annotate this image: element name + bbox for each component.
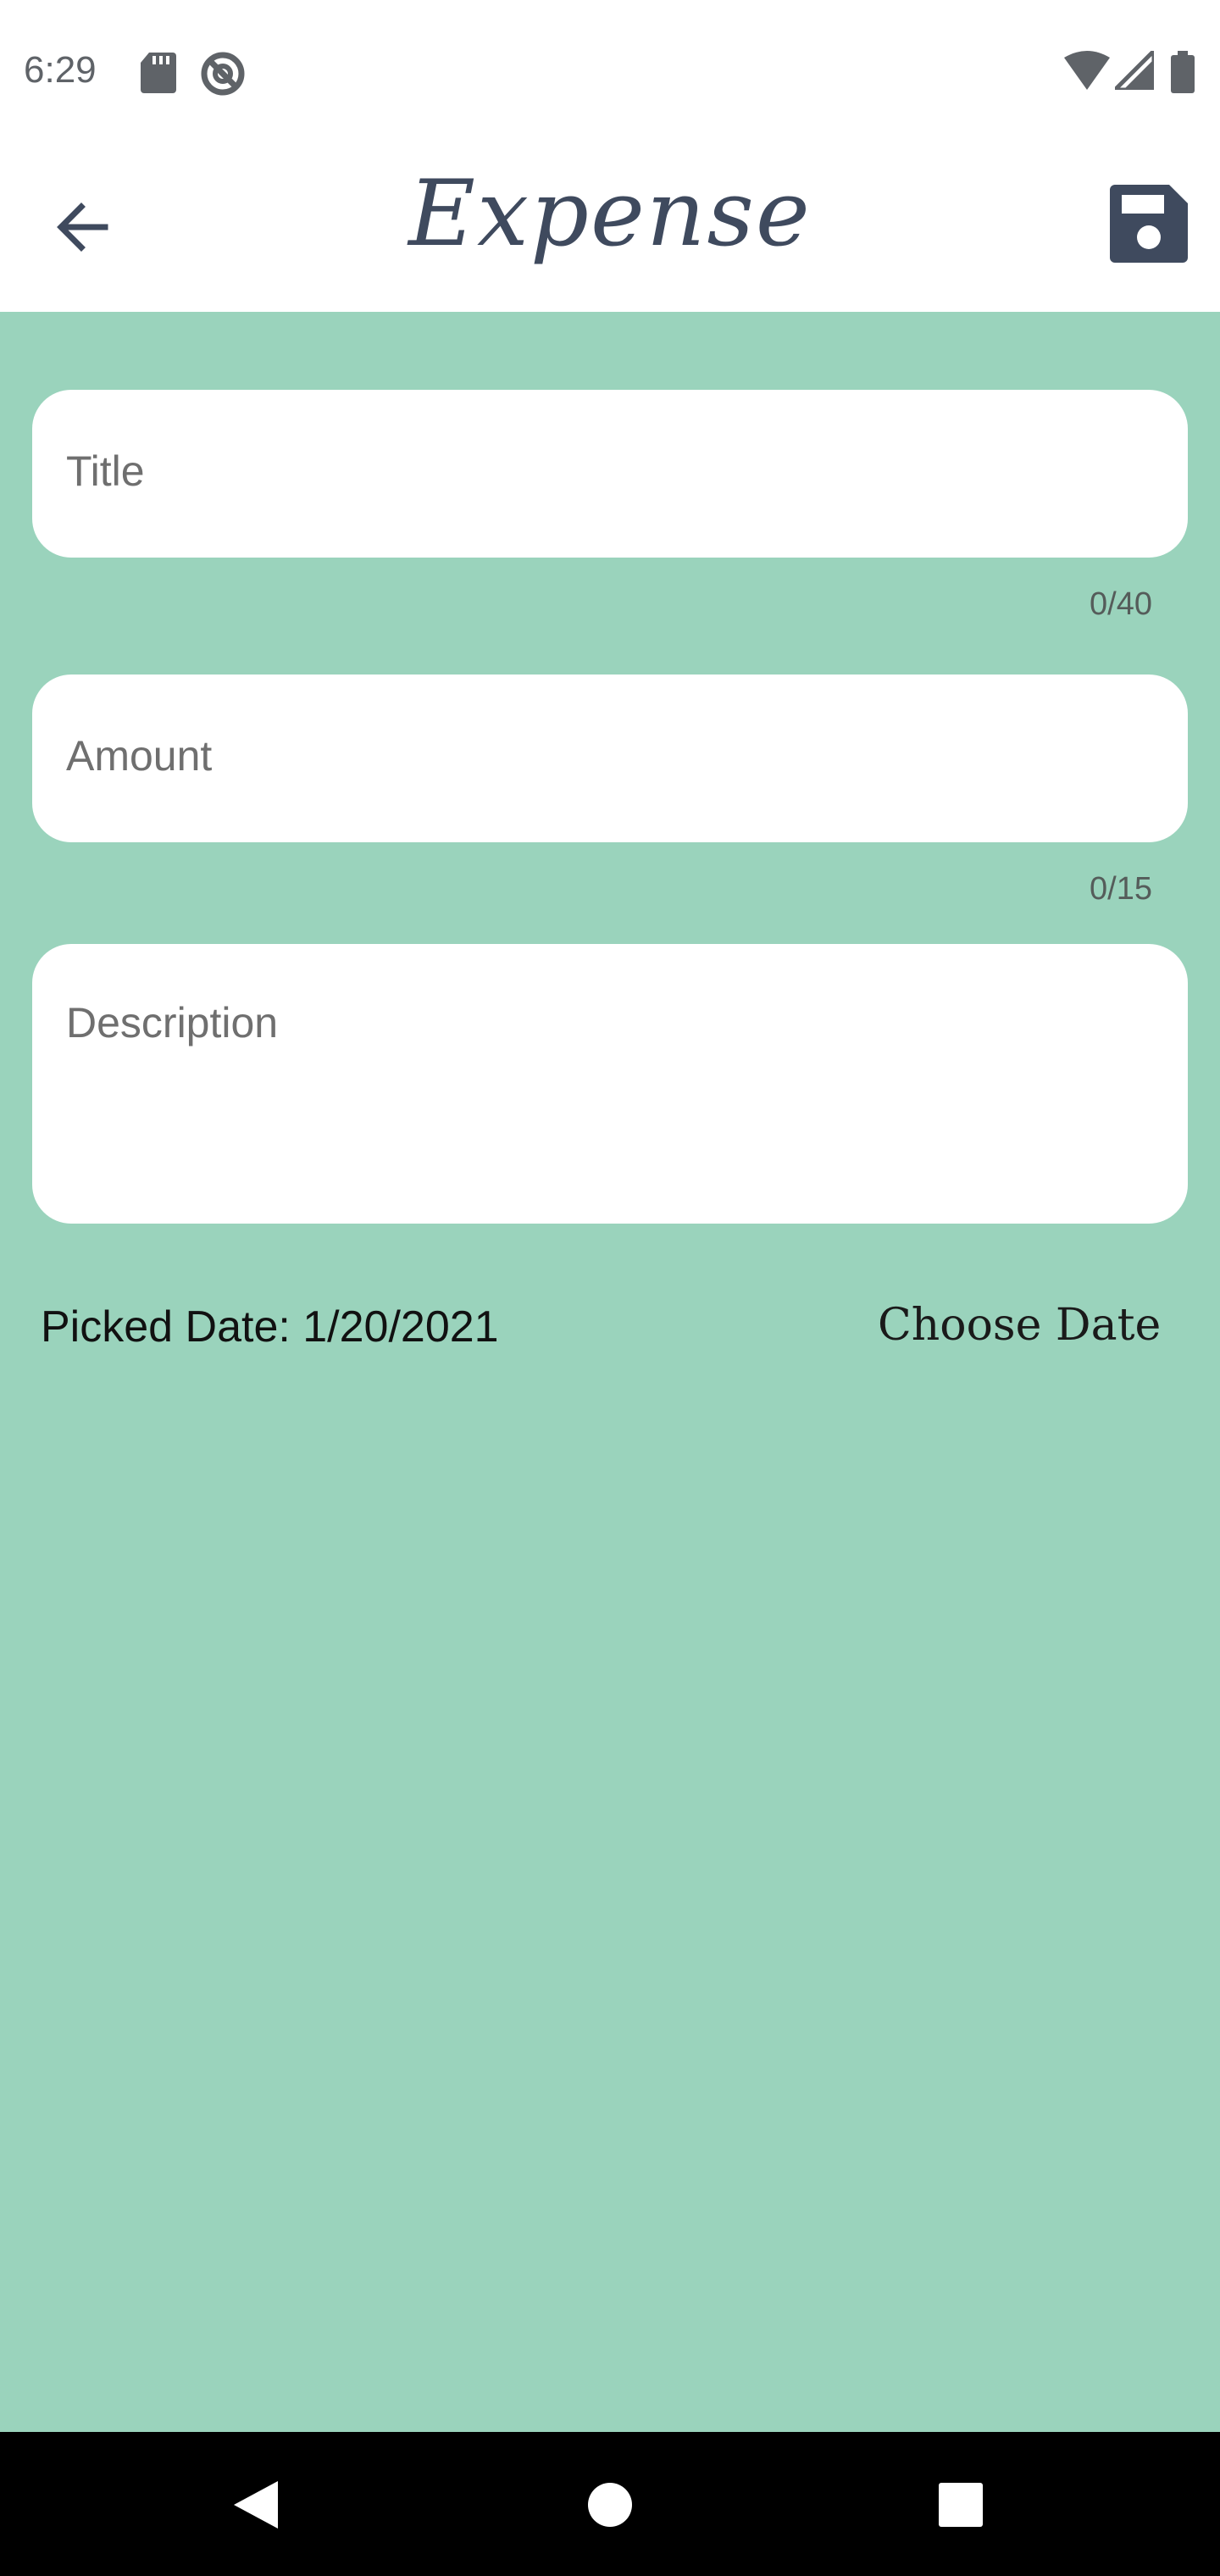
amount-input[interactable] — [66, 730, 1154, 781]
amount-char-counter: 0/15 — [1090, 871, 1152, 907]
signal-icon — [1115, 51, 1154, 90]
system-nav-bar — [0, 2432, 1220, 2576]
nav-back-icon[interactable] — [234, 2481, 278, 2529]
status-bar: 6:29 — [0, 0, 1220, 146]
title-input[interactable] — [66, 446, 1154, 497]
battery-icon — [1171, 51, 1195, 93]
page-title: Expense — [408, 161, 812, 267]
app-bar: Expense — [0, 146, 1220, 312]
title-char-counter: 0/40 — [1090, 586, 1152, 622]
nav-home-icon[interactable] — [588, 2483, 632, 2527]
choose-date-button[interactable]: Choose Date — [878, 1300, 1161, 1351]
sd-card-icon — [141, 53, 176, 93]
save-icon[interactable] — [1110, 185, 1188, 263]
nav-recents-icon[interactable] — [939, 2483, 983, 2527]
do-not-disturb-icon — [201, 52, 245, 96]
description-field[interactable] — [32, 944, 1188, 1224]
wifi-icon — [1064, 51, 1110, 90]
picked-date-label: Picked Date: 1/20/2021 — [41, 1302, 499, 1352]
amount-field[interactable] — [32, 675, 1188, 842]
status-time: 6:29 — [24, 49, 97, 91]
title-field[interactable] — [32, 390, 1188, 558]
description-input[interactable] — [66, 998, 1154, 1193]
